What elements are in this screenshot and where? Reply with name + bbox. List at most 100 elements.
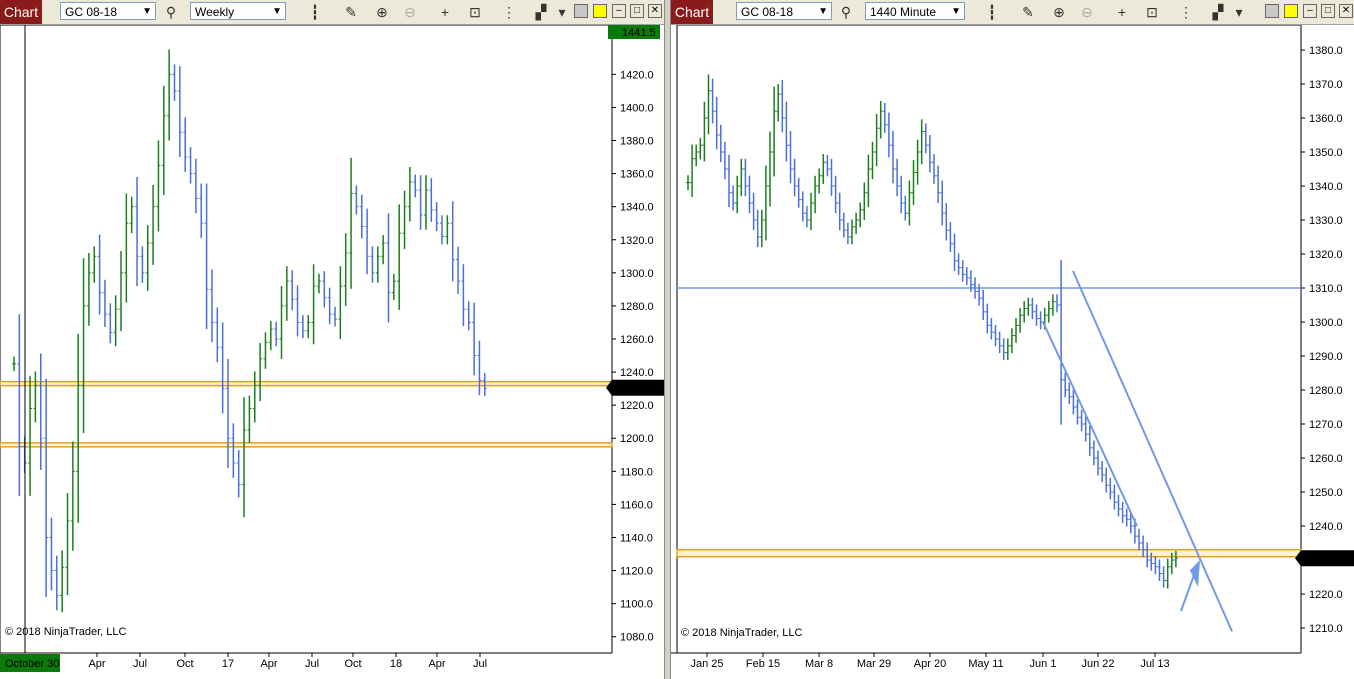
y-tick-label: 1270.0 [1309,419,1343,431]
y-tick-label: 1180.0 [620,466,653,478]
y-tick-label: 1220.0 [1309,589,1343,601]
properties-icon[interactable]: ⋮ [500,3,518,21]
data-box-icon[interactable]: ⊡ [1143,3,1161,21]
x-tick-label: Jan 25 [690,658,723,670]
y-tick-label: 1240.0 [1309,521,1343,533]
minimize-button[interactable]: – [612,4,626,18]
zoom-out-icon[interactable]: ⊖ [401,3,419,21]
right-price-chart[interactable]: 1210.01220.01230.01240.01250.01260.01270… [671,25,1354,679]
zoom-in-icon[interactable]: ⊕ [373,3,391,21]
y-tick-label: 1310.0 [1309,283,1343,295]
zoom-out-icon[interactable]: ⊖ [1078,3,1096,21]
y-tick-label: 1250.0 [1309,487,1343,499]
left-chart-pane: Chart GC 08-18 ▼ ⚲ Weekly ▼ ┇ ✎ ⊕ ⊖ + ⊡ … [0,0,664,679]
pencil-icon[interactable]: ✎ [342,3,360,21]
x-tick-label: 17 [222,658,234,670]
x-tick-label: Apr 20 [914,658,946,670]
y-tick-label: 1210.0 [1309,623,1343,635]
search-icon[interactable]: ⚲ [837,3,855,21]
maximize-button[interactable]: □ [630,4,644,18]
bar-style-icon[interactable]: ┇ [983,3,1001,21]
y-tick-label: 1290.0 [1309,351,1343,363]
crosshair-icon[interactable]: + [1113,3,1131,21]
close-button[interactable]: ✕ [648,4,662,18]
x-tick-label: May 11 [968,658,1003,670]
current-price-label: 1230.5 [622,383,656,395]
y-tick-label: 1350.0 [1309,147,1343,159]
crosshair-icon[interactable]: + [436,3,454,21]
plot-area [0,25,613,654]
bar-style-icon[interactable]: ┇ [306,3,324,21]
close-button[interactable]: ✕ [1339,4,1353,18]
price-level-band [0,380,613,387]
left-instrument-value: GC 08-18 [65,5,118,19]
x-tick-label: Jul [473,658,487,670]
gray-color-button[interactable] [574,4,588,18]
left-price-chart[interactable]: 1080.0 1100.0 1120.0 1140.0 1160.0 1180.0 1200… [0,25,664,679]
properties-icon[interactable]: ⋮ [1177,3,1195,21]
top-price-label: 1441.5 [622,27,656,39]
chevron-down-icon: ▼ [818,6,828,17]
yellow-color-button[interactable] [1284,4,1298,18]
pencil-icon[interactable]: ✎ [1019,3,1037,21]
x-tick-label: Jun 22 [1081,658,1114,670]
x-tick-label: Oct [176,658,193,670]
minimize-button[interactable]: – [1303,4,1317,18]
y-tick-label: 1320.0 [1309,249,1343,261]
y-tick-label: 1420.0 [620,69,654,81]
date-marker-label: October 30 [5,658,59,670]
y-tick-label: 1120.0 [620,566,653,578]
y-tick-label: 1260.0 [620,334,654,346]
x-tick-label: Oct [344,658,361,670]
layers-icon[interactable]: ▞ [532,3,550,21]
y-tick-label: 1280.0 [1309,385,1343,397]
x-tick-label: Jul 13 [1140,658,1169,670]
right-interval-select[interactable]: 1440 Minute ▼ [865,2,965,20]
y-tick-label: 1340.0 [1309,181,1343,193]
left-interval-value: Weekly [195,5,235,19]
left-interval-select[interactable]: Weekly ▼ [190,2,286,20]
pane-divider[interactable] [664,0,671,679]
gray-color-button[interactable] [1265,4,1279,18]
y-tick-label: 1080.0 [620,632,654,644]
copyright-text: © 2018 NinjaTrader, LLC [5,626,126,638]
search-icon[interactable]: ⚲ [162,3,180,21]
x-tick-label: Feb 15 [746,658,780,670]
left-instrument-select[interactable]: GC 08-18 ▼ [60,2,156,20]
y-tick-label: 1280.0 [620,301,654,313]
right-toolbar: Chart GC 08-18 ▼ ⚲ 1440 Minute ▼ ┇ ✎ ⊕ ⊖… [671,0,1354,25]
left-chart-tab[interactable]: Chart [0,0,42,24]
y-tick-label: 1300.0 [620,268,654,280]
maximize-button[interactable]: □ [1321,4,1335,18]
y-tick-label: 1240.0 [620,367,654,379]
x-tick-label: Jul [133,658,147,670]
y-tick-label: 1380.0 [620,136,654,148]
chevron-down-icon: ▼ [142,6,152,17]
y-tick-label: 1140.0 [620,532,653,544]
zoom-in-icon[interactable]: ⊕ [1050,3,1068,21]
x-tick-label: 18 [390,658,402,670]
y-tick-label: 1380.0 [1309,45,1343,57]
plot-area [676,25,1302,654]
dropdown-arrow-icon[interactable]: ▾ [1230,3,1248,21]
yellow-color-button[interactable] [593,4,607,18]
copyright-text: © 2018 NinjaTrader, LLC [681,627,802,639]
y-tick-label: 1100.0 [620,599,653,611]
x-tick-label: Jul [305,658,319,670]
layers-icon[interactable]: ▞ [1209,3,1227,21]
y-tick-label: 1160.0 [620,499,653,511]
data-box-icon[interactable]: ⊡ [466,3,484,21]
price-level-band [0,442,613,448]
left-toolbar: Chart GC 08-18 ▼ ⚲ Weekly ▼ ┇ ✎ ⊕ ⊖ + ⊡ … [0,0,664,25]
y-tick-label: 1220.0 [620,400,654,412]
x-tick-label: Apr [88,658,105,670]
right-instrument-select[interactable]: GC 08-18 ▼ [736,2,832,20]
y-tick-label: 1340.0 [620,202,654,214]
x-tick-label: Mar 29 [857,658,891,670]
x-tick-label: Apr [428,658,445,670]
x-tick-label: Jun 1 [1030,658,1057,670]
right-chart-tab[interactable]: Chart [671,0,713,24]
right-instrument-value: GC 08-18 [741,5,794,19]
dropdown-arrow-icon[interactable]: ▾ [553,3,571,21]
chevron-down-icon: ▼ [951,6,961,17]
